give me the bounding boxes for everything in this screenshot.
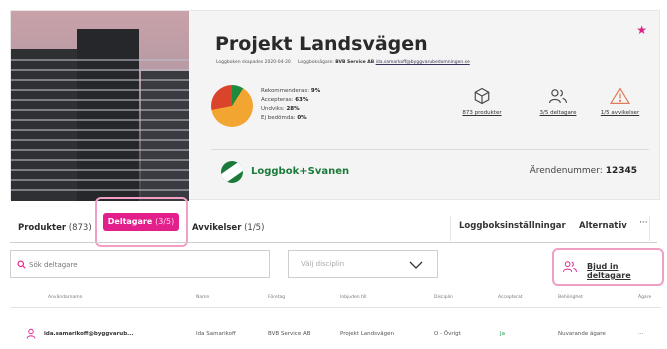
tab-products-label: Produkter bbox=[18, 223, 67, 233]
tabs-divider bbox=[10, 242, 657, 243]
legend-not-assessed: Ej bedömda: 0% bbox=[261, 115, 307, 121]
tab-participants-label: Deltagare bbox=[107, 217, 153, 226]
discipline-select[interactable]: Välj disciplin bbox=[288, 250, 438, 278]
owner-email-link[interactable]: ida.samarkoff@byggvarubedomningen.se bbox=[376, 60, 470, 65]
search-input[interactable] bbox=[29, 257, 259, 273]
stat-deviations[interactable]: 1/5 avvikelser bbox=[595, 87, 645, 116]
card-divider bbox=[211, 149, 649, 150]
tab-participants[interactable]: Deltagare (3/5) bbox=[103, 213, 179, 231]
tab-deviations-label: Avvikelser bbox=[192, 223, 242, 233]
assessment-pie-chart bbox=[211, 85, 253, 127]
warning-icon bbox=[610, 87, 630, 104]
chevron-down-icon bbox=[409, 261, 423, 269]
project-card: ★ Projekt Landsvägen Loggboken skapades … bbox=[10, 10, 660, 201]
cell-username: ida.samarikoff@byggvarub... bbox=[44, 331, 134, 337]
discipline-select-value: Välj disciplin bbox=[301, 260, 345, 268]
column-permission[interactable]: Behörighet bbox=[558, 295, 583, 300]
cell-discipline: O - Övrigt bbox=[434, 331, 461, 337]
cell-name: Ida Samarikoff bbox=[196, 331, 236, 337]
project-image bbox=[11, 11, 189, 201]
created-date: Loggboken skapades 2020-04-20 bbox=[216, 60, 291, 65]
legend-accepted: Accepteras: 63% bbox=[261, 97, 309, 103]
column-discipline[interactable]: Disciplin bbox=[434, 295, 453, 300]
legend-recommended: Rekommenderas: 9% bbox=[261, 88, 321, 94]
user-icon bbox=[26, 328, 36, 339]
case-number: Ärendenummer: 12345 bbox=[530, 166, 637, 176]
cell-company: BVB Service AB bbox=[268, 331, 311, 337]
project-meta: Loggboken skapades 2020-04-20 Loggboksäg… bbox=[216, 60, 470, 65]
legend-avoided: Undviks: 28% bbox=[261, 106, 300, 112]
case-number-label: Ärendenummer: bbox=[529, 166, 603, 176]
svanen-logo-icon bbox=[221, 161, 243, 183]
cell-invited-to: Projekt Landsvägen bbox=[340, 331, 394, 337]
search-box bbox=[10, 250, 270, 278]
assessment-legend: Rekommenderas: 9% Accepteras: 63% Undvik… bbox=[261, 87, 320, 123]
column-company[interactable]: Företag bbox=[268, 295, 285, 300]
owner-label: Loggboksägare: bbox=[297, 60, 334, 65]
options-button[interactable]: Alternativ bbox=[579, 221, 627, 231]
tab-deviations[interactable]: Avvikelser (1/5) bbox=[192, 223, 264, 233]
column-username[interactable]: Användarnamn bbox=[48, 295, 82, 300]
stat-participants[interactable]: 3/5 deltagare bbox=[533, 87, 583, 116]
star-icon[interactable]: ★ bbox=[636, 23, 647, 37]
box-icon bbox=[474, 87, 490, 105]
tab-products[interactable]: Produkter (873) bbox=[18, 223, 92, 233]
logbook-type: Loggbok+Svanen bbox=[251, 166, 350, 177]
logbook-settings-button[interactable]: Loggboksinställningar bbox=[459, 221, 566, 231]
logbook-actions: Loggboksinställningar Alternativ ··· bbox=[450, 216, 650, 241]
invite-participant-button[interactable]: Bjud in deltagare bbox=[552, 248, 664, 286]
participants-link[interactable]: 3/5 deltagare bbox=[533, 110, 583, 116]
case-number-value: 12345 bbox=[605, 166, 637, 176]
tab-products-count: (873) bbox=[68, 223, 92, 233]
column-accepted[interactable]: Accepterat bbox=[498, 295, 522, 300]
user-add-icon bbox=[563, 261, 577, 272]
cell-accepted: Ja bbox=[500, 331, 505, 337]
stat-products[interactable]: 873 produkter bbox=[457, 87, 507, 116]
products-link[interactable]: 873 produkter bbox=[457, 110, 507, 116]
cell-permission: Nuvarande ägare bbox=[558, 331, 606, 337]
page-title: Projekt Landsvägen bbox=[215, 33, 428, 55]
tab-participants-highlight: Deltagare (3/5) bbox=[95, 197, 188, 247]
users-icon bbox=[548, 89, 568, 104]
row-more-icon[interactable]: ··· bbox=[638, 331, 643, 337]
tab-deviations-count: (1/5) bbox=[244, 223, 265, 233]
search-icon bbox=[17, 260, 26, 269]
column-name[interactable]: Namn bbox=[196, 295, 209, 300]
table-row[interactable]: ida.samarikoff@byggvarub... Ida Samariko… bbox=[10, 326, 661, 346]
table-header: Användarnamn Namn Företag Inbjuden till … bbox=[10, 290, 661, 308]
column-owner[interactable]: Ägare bbox=[638, 295, 651, 300]
column-invited-to[interactable]: Inbjuden till bbox=[340, 295, 367, 300]
owner-company: BVB Service AB bbox=[335, 60, 375, 65]
deviations-link[interactable]: 1/5 avvikelser bbox=[595, 110, 645, 116]
tab-participants-count: (3/5) bbox=[155, 217, 175, 226]
more-icon[interactable]: ··· bbox=[639, 218, 648, 228]
invite-participant-label: Bjud in deltagare bbox=[587, 262, 631, 280]
